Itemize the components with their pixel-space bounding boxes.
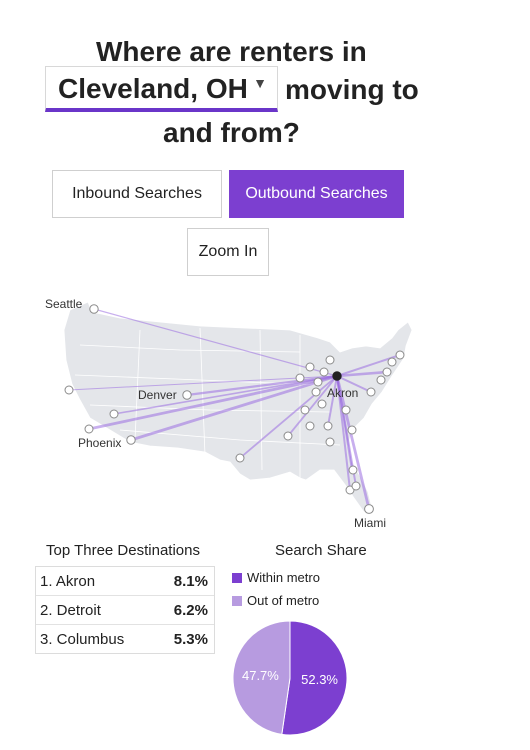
zoom-in-button[interactable]: Zoom In bbox=[187, 228, 269, 276]
legend-within-metro: Within metro bbox=[232, 570, 320, 585]
outbound-searches-button[interactable]: Outbound Searches bbox=[229, 170, 404, 218]
destination-name: 2. Detroit bbox=[40, 601, 101, 619]
table-row: 2. Detroit 6.2% bbox=[36, 596, 214, 625]
map-label-akron: Akron bbox=[327, 386, 358, 400]
top-destinations-table: 1. Akron 8.1% 2. Detroit 6.2% 3. Columbu… bbox=[35, 566, 215, 654]
pie-label-out-of-metro: 47.7% bbox=[242, 668, 279, 683]
node-sf bbox=[64, 385, 74, 395]
pie-label-within-metro: 52.3% bbox=[301, 672, 338, 687]
node-miami bbox=[364, 504, 374, 514]
destination-value: 8.1% bbox=[173, 572, 208, 590]
headline-line1: Where are renters in bbox=[96, 36, 367, 67]
table-row: 3. Columbus 5.3% bbox=[36, 625, 214, 653]
caret-down-icon: ▼ bbox=[253, 75, 267, 91]
map-label-phoenix: Phoenix bbox=[78, 436, 121, 450]
node-tx bbox=[235, 453, 245, 463]
destination-value: 5.3% bbox=[173, 630, 208, 648]
destination-name: 3. Columbus bbox=[40, 630, 125, 648]
node-denver bbox=[182, 390, 192, 400]
us-map: Seattle Denver Phoenix Akron Miami bbox=[45, 297, 413, 530]
city-dropdown[interactable]: Cleveland, OH ▼ bbox=[45, 66, 278, 112]
city-dropdown-value: Cleveland, OH bbox=[58, 73, 248, 104]
legend-out-of-metro: Out of metro bbox=[232, 593, 319, 608]
node-ok bbox=[283, 431, 293, 441]
destination-value: 6.2% bbox=[173, 601, 208, 619]
headline-line3: and from? bbox=[163, 117, 300, 148]
node-seattle bbox=[89, 304, 99, 314]
legend-swatch bbox=[232, 595, 242, 606]
top-destinations-title: Top Three Destinations bbox=[46, 542, 200, 559]
inbound-searches-button[interactable]: Inbound Searches bbox=[52, 170, 222, 218]
headline-line2: moving to bbox=[285, 74, 419, 105]
map-label-seattle: Seattle bbox=[45, 297, 83, 311]
legend-label: Within metro bbox=[247, 570, 320, 585]
destination-name: 1. Akron bbox=[40, 572, 96, 590]
table-row: 1. Akron 8.1% bbox=[36, 567, 214, 596]
legend-label: Out of metro bbox=[247, 593, 320, 608]
node-la bbox=[84, 424, 94, 434]
node-cleveland-origin bbox=[332, 371, 342, 381]
search-share-title: Search Share bbox=[275, 542, 367, 559]
node-lv bbox=[109, 409, 119, 419]
node-phoenix bbox=[126, 435, 136, 445]
map-label-miami: Miami bbox=[354, 516, 386, 530]
map-label-denver: Denver bbox=[138, 388, 177, 402]
legend-swatch bbox=[232, 572, 242, 583]
search-share-pie: 52.3% 47.7% bbox=[232, 620, 348, 736]
